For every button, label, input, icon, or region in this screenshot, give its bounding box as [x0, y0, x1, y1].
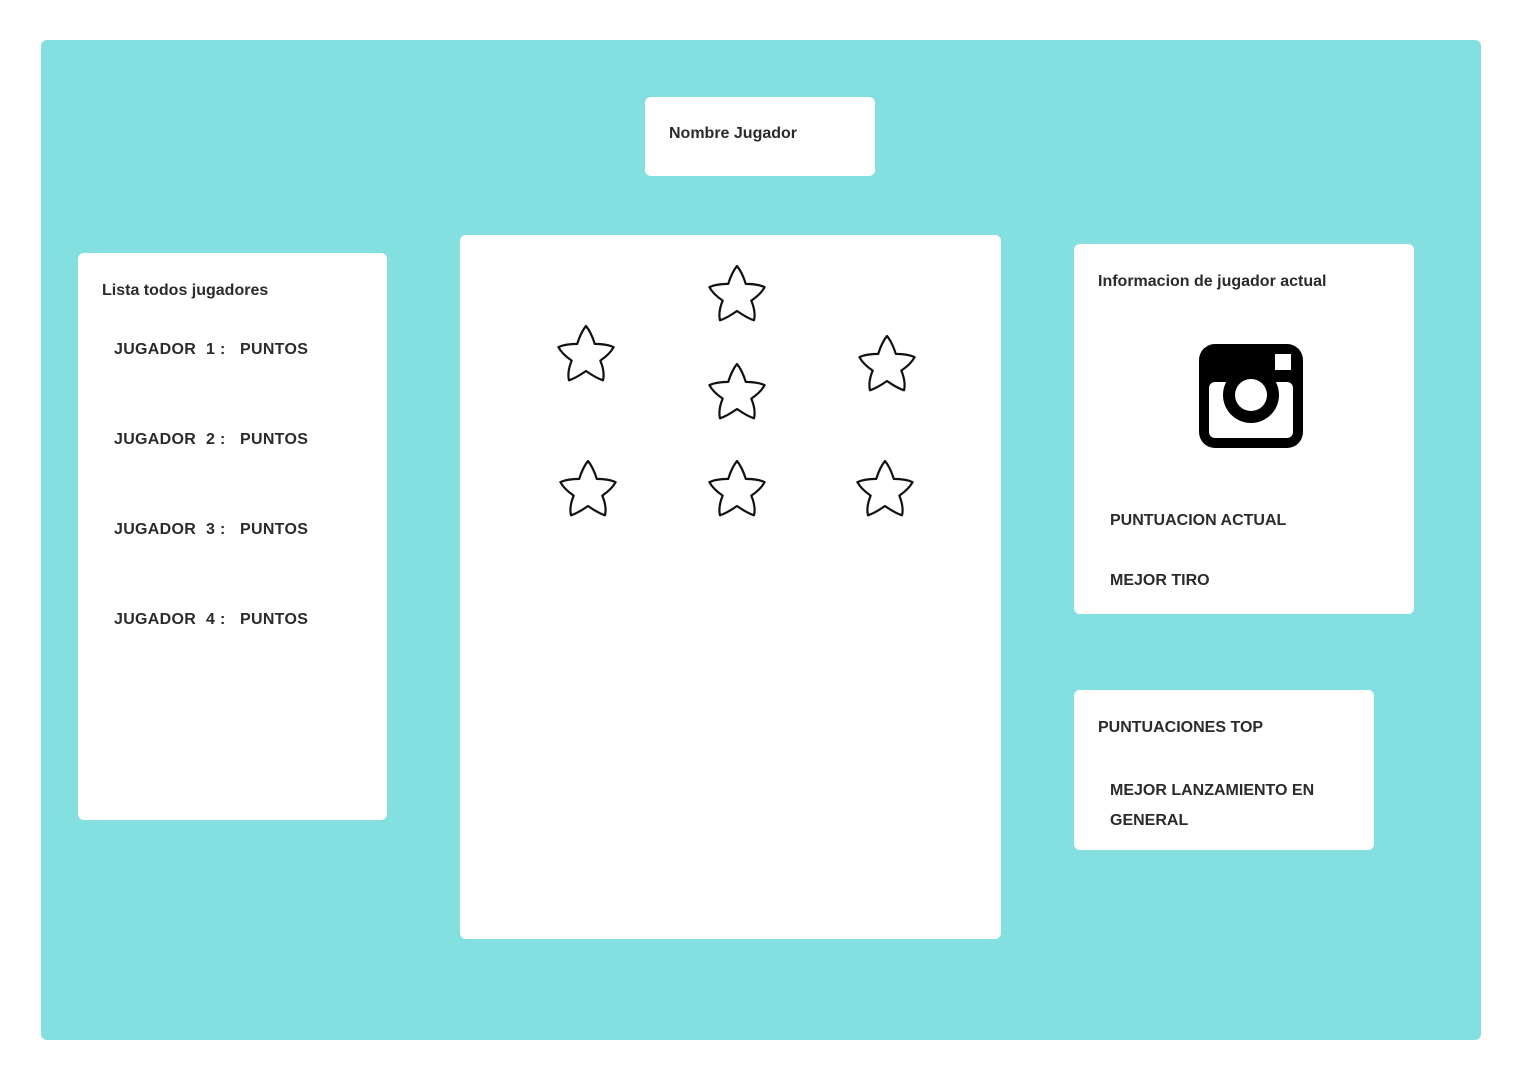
player-row[interactable]: JUGADOR 3 : PUNTOS — [114, 521, 308, 539]
player-label: JUGADOR — [114, 521, 197, 538]
star-icon[interactable] — [708, 459, 766, 517]
player-points: PUNTOS — [240, 341, 309, 358]
player-label: JUGADOR — [114, 431, 197, 448]
camera-icon — [1199, 344, 1303, 448]
current-player-title: Informacion de jugador actual — [1098, 273, 1327, 290]
player-name-card[interactable]: Nombre Jugador — [645, 97, 875, 176]
star-icon[interactable] — [559, 459, 617, 517]
board-stars — [557, 264, 916, 517]
player-number: 1 : — [206, 341, 226, 358]
player-row[interactable]: JUGADOR 4 : PUNTOS — [114, 611, 308, 629]
star-icon[interactable] — [856, 459, 914, 517]
player-row[interactable]: JUGADOR 2 : PUNTOS — [114, 431, 308, 449]
top-scores-title: PUNTUACIONES TOP — [1098, 719, 1264, 736]
star-icon[interactable] — [858, 334, 916, 392]
player-points: PUNTOS — [240, 521, 309, 538]
star-icon[interactable] — [557, 324, 615, 382]
player-label: JUGADOR — [114, 341, 197, 358]
player-name-label: Nombre Jugador — [669, 125, 798, 142]
best-overall-label: MEJOR LANZAMIENTO EN GENERAL — [1110, 782, 1315, 829]
players-list-panel: Lista todos jugadores JUGADOR 1 : PUNTOS J… — [78, 253, 387, 820]
player-number: 4 : — [206, 611, 226, 628]
top-scores-panel: PUNTUACIONES TOP MEJOR LANZAMIENTO EN GE… — [1074, 690, 1374, 850]
player-number: 2 : — [206, 431, 226, 448]
players-list-title: Lista todos jugadores — [102, 282, 269, 299]
player-points: PUNTOS — [240, 611, 309, 628]
game-board[interactable] — [460, 235, 1001, 939]
current-player-panel: Informacion de jugador actual PUNTUACION… — [1074, 244, 1414, 614]
player-number: 3 : — [206, 521, 226, 538]
star-icon[interactable] — [708, 264, 766, 322]
player-label: JUGADOR — [114, 611, 197, 628]
best-shot-label: MEJOR TIRO — [1110, 572, 1210, 589]
player-row[interactable]: JUGADOR 1 : PUNTOS — [114, 341, 308, 359]
star-icon[interactable] — [708, 362, 766, 420]
current-score-label: PUNTUACION ACTUAL — [1110, 512, 1287, 529]
player-points: PUNTOS — [240, 431, 309, 448]
